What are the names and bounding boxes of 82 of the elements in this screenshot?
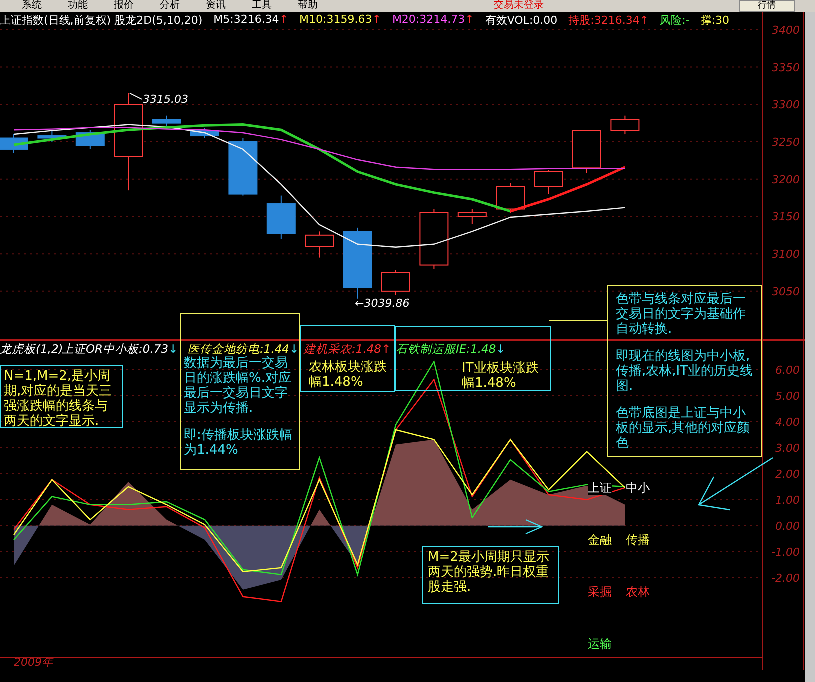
axis-tick-label: -2.00	[772, 572, 800, 585]
indicator-value: 撑:30	[700, 13, 730, 28]
axis-tick-label: 3350	[772, 61, 800, 74]
indicator-value: 风险:-	[660, 13, 690, 28]
trend-arrow: ↑	[640, 14, 650, 27]
menu-item[interactable]: 工具	[252, 0, 272, 12]
menu-item[interactable]: 资讯	[206, 0, 226, 12]
candlestick	[38, 130, 67, 142]
axis-tick-label: 3050	[772, 285, 800, 298]
candlestick	[458, 208, 487, 225]
indicator-value: M10:3159.63↑	[300, 13, 382, 28]
note-text: N=1,M=2,是小周期,对应的是当天三强涨跌幅的线条与两天的文字显示.	[4, 369, 114, 429]
indicator-value: M20:3214.73↑	[392, 13, 474, 28]
trend-arrow: ↑	[372, 13, 382, 26]
axis-tick-label: 3.00	[776, 442, 800, 455]
candlestick	[382, 270, 410, 296]
trend-arrow: ↓	[496, 342, 506, 356]
axis-tick-label: 6.00	[776, 364, 800, 377]
candlestick	[0, 134, 28, 154]
indicator-value: 有效VOL:0.00	[485, 13, 558, 28]
candlestick	[496, 182, 526, 214]
axis-tick-label: 5.00	[776, 390, 800, 403]
axis-tick-label: 3200	[772, 173, 800, 186]
indicator-name: 龙虎板(1,2)	[0, 342, 64, 357]
quote-button[interactable]: 行情	[739, 0, 795, 12]
low-price-label: ←3039.86	[355, 296, 410, 310]
high-price-label: 3315.03	[143, 93, 188, 106]
axis-tick-label: 3400	[772, 24, 800, 37]
candlestick	[190, 128, 220, 139]
candlestick	[420, 208, 449, 270]
trend-arrow: ↓	[289, 342, 300, 356]
axis-tick-label: 3150	[772, 210, 800, 224]
menu-item[interactable]: 分析	[160, 0, 180, 12]
candlestick	[572, 130, 602, 174]
candlestick	[228, 138, 258, 196]
menu-item[interactable]: 报价	[114, 0, 134, 12]
indicator-value: M5:3216.34↑	[214, 13, 289, 28]
chart-title: 上证指数(日线,前复权) 股龙2D(5,10,20)	[0, 13, 203, 28]
axis-tick-label: 2.00	[776, 468, 800, 481]
candlestick	[266, 195, 296, 240]
legend-label: 中小	[626, 480, 650, 495]
legend-label: 农林	[626, 584, 650, 599]
note-text: M=2最小周期只显示两天的强势.昨日权重股走强.	[428, 550, 550, 595]
note-text: 即:传播板块涨跌幅为1.44%	[184, 428, 294, 458]
axis-tick-label: -1.00	[772, 546, 800, 559]
axis-tick-label: 4.00	[776, 416, 800, 429]
candlestick	[152, 115, 182, 128]
candlestick	[610, 115, 640, 136]
arrow-icon	[488, 519, 544, 535]
note-text: 即现在的线图为中小板,传播,农林,IT业的历史线图.	[616, 349, 754, 394]
trend-arrow: ↓	[168, 342, 178, 356]
indicator-value: 石铁制运服IE:1.48↓	[396, 342, 506, 357]
trend-arrow: ↑	[381, 342, 392, 356]
note-text: 色带与线条对应最后一交易日的文字为基础作自动转换.	[616, 292, 747, 337]
note-text: 农林板块涨跌幅1.48%	[309, 360, 388, 390]
note-text: 色带底图是上证与中小板的显示,其他的对应颜色	[616, 406, 752, 451]
year-label: 2009年	[14, 655, 53, 670]
axis-tick-label: 3300	[772, 98, 800, 112]
leader-line	[130, 92, 142, 100]
indicator-value: 持股:3216.34↑	[568, 13, 650, 28]
candlestick	[305, 231, 334, 258]
indicator-value: 上证OR中小板:0.73↓	[62, 342, 178, 357]
legend-label: 上证	[588, 480, 612, 495]
indicator-value: 建机采农:1.48↑	[304, 342, 392, 357]
arrow-icon	[698, 458, 774, 511]
note-text: IT业板块涨跌幅1.48%	[462, 361, 540, 391]
axis-tick-label: 1.00	[776, 494, 800, 507]
axis-tick-label: 3100	[772, 248, 800, 262]
candlestick	[76, 130, 105, 150]
menu-item[interactable]: 功能	[68, 0, 88, 12]
note-text: 数据为最后一交易日的涨跌幅%.对应最后一交易日文字显示为传播.	[184, 356, 292, 416]
trend-arrow: ↑	[465, 13, 474, 26]
candlestick	[534, 170, 564, 195]
legend-label: 采掘	[588, 584, 612, 599]
legend-label: 运输	[588, 636, 612, 651]
indicator-value: 医传金地纺电:1.44↓	[188, 342, 300, 356]
legend-label: 金融	[588, 532, 612, 547]
legend-label: 传播	[626, 532, 650, 547]
axis-tick-label: 0.00	[776, 520, 800, 533]
menu-item[interactable]: 帮助	[298, 0, 318, 12]
axis-tick-label: 3250	[772, 136, 800, 149]
trend-arrow: ↑	[279, 13, 289, 26]
